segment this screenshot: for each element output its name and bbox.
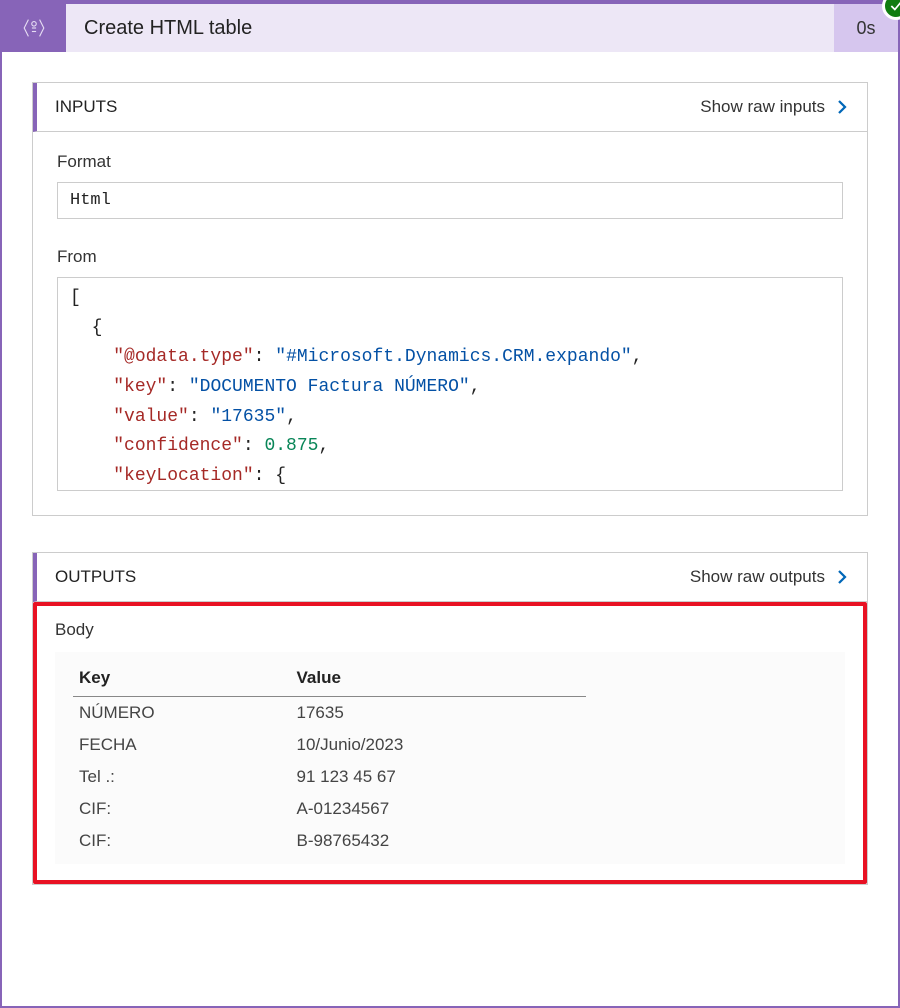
cell-key: FECHA (73, 729, 291, 761)
chevron-right-icon (833, 568, 851, 586)
show-raw-inputs-link[interactable]: Show raw inputs (700, 97, 851, 117)
col-header-key: Key (73, 660, 291, 697)
inputs-card-header: INPUTS Show raw inputs (33, 83, 867, 132)
table-row: Tel .:91 123 45 67 (73, 761, 586, 793)
action-header: Create HTML table 0s (2, 4, 898, 52)
from-json-viewer[interactable]: [ { "@odata.type": "#Microsoft.Dynamics.… (57, 277, 843, 491)
check-icon (889, 0, 900, 13)
body-label: Body (55, 620, 845, 640)
cell-value: A-01234567 (291, 793, 586, 825)
body-table: Key Value NÚMERO17635FECHA10/Junio/2023T… (73, 660, 586, 857)
chevron-right-icon (833, 98, 851, 116)
section-title: OUTPUTS (55, 567, 136, 587)
outputs-card-header: OUTPUTS Show raw outputs (33, 553, 867, 602)
cell-key: CIF: (73, 793, 291, 825)
show-raw-outputs-link[interactable]: Show raw outputs (690, 567, 851, 587)
cell-key: Tel .: (73, 761, 291, 793)
cell-value: 10/Junio/2023 (291, 729, 586, 761)
format-value: Html (57, 182, 843, 219)
cell-key: CIF: (73, 825, 291, 857)
show-raw-outputs-label: Show raw outputs (690, 567, 825, 587)
from-json-content: [ { "@odata.type": "#Microsoft.Dynamics.… (70, 284, 830, 491)
inputs-card: INPUTS Show raw inputs Format Html From … (32, 82, 868, 516)
col-header-value: Value (291, 660, 586, 697)
outputs-card: OUTPUTS Show raw outputs Body Key Value (32, 552, 868, 885)
from-label: From (57, 247, 843, 267)
section-title: INPUTS (55, 97, 117, 117)
body-table-scroll[interactable]: Key Value NÚMERO17635FECHA10/Junio/2023T… (55, 652, 845, 864)
data-operation-icon (20, 14, 48, 42)
outputs-body-highlight: Body Key Value NÚMERO17635FECHA10/Junio/… (33, 602, 867, 884)
table-row: NÚMERO17635 (73, 697, 586, 730)
cell-value: 91 123 45 67 (291, 761, 586, 793)
format-label: Format (57, 152, 843, 172)
cell-key: NÚMERO (73, 697, 291, 730)
table-row: CIF:A-01234567 (73, 793, 586, 825)
cell-value: B-98765432 (291, 825, 586, 857)
action-title: Create HTML table (66, 4, 834, 52)
show-raw-inputs-label: Show raw inputs (700, 97, 825, 117)
action-icon-tile (2, 4, 66, 52)
table-row: FECHA10/Junio/2023 (73, 729, 586, 761)
table-row: CIF:B-98765432 (73, 825, 586, 857)
cell-value: 17635 (291, 697, 586, 730)
